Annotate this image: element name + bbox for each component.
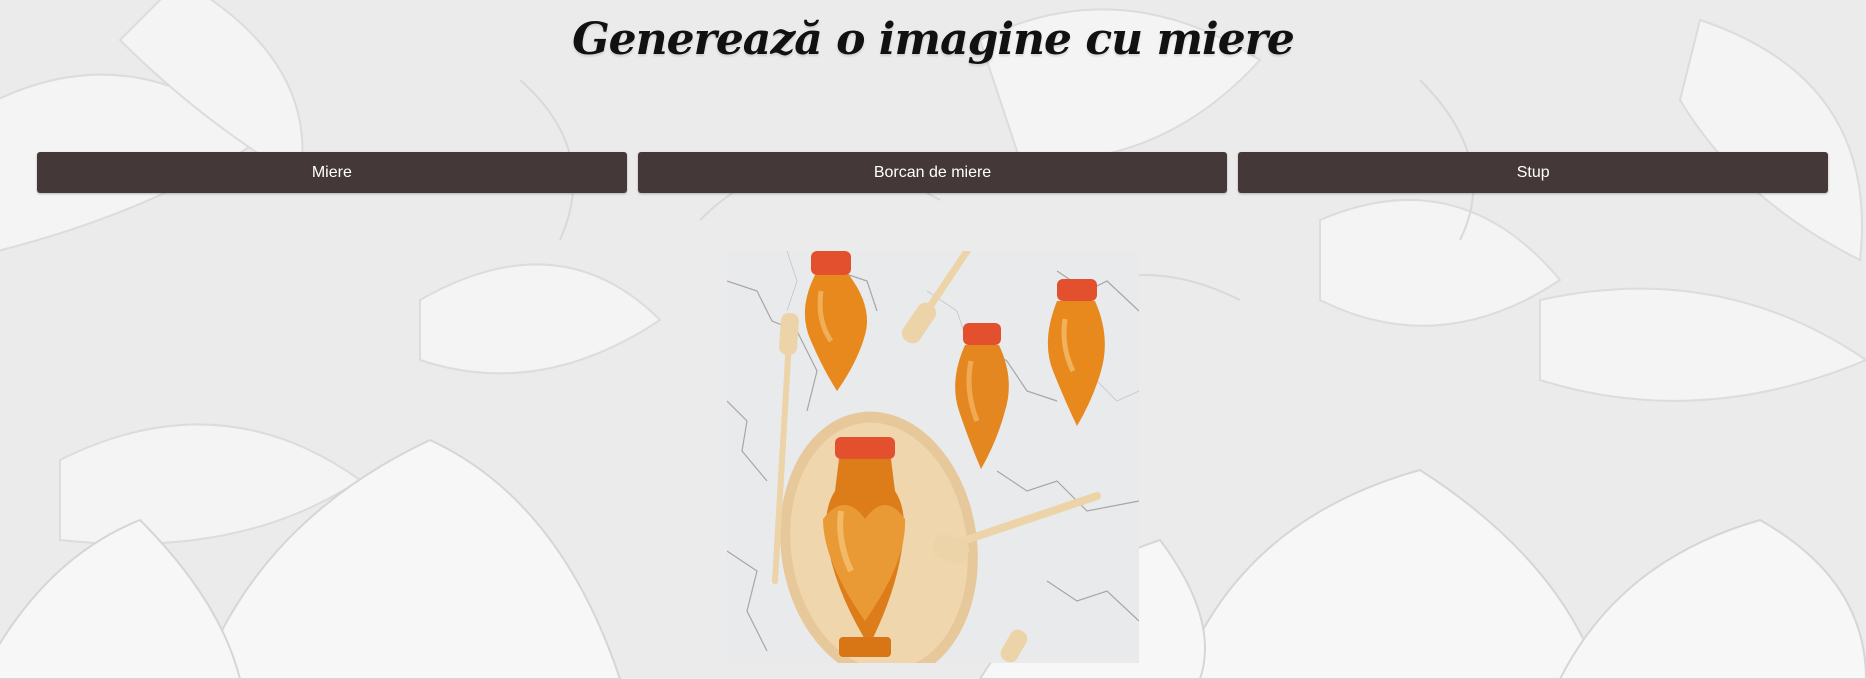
- honey-button[interactable]: Miere: [37, 152, 627, 193]
- page-title: Generează o imagine cu miere: [572, 14, 1295, 65]
- generated-image: [727, 251, 1139, 663]
- page-container: Generează o imagine cu miere Miere Borca…: [0, 0, 1866, 679]
- button-row: Miere Borcan de miere Stup: [37, 152, 1829, 193]
- honey-jar-button[interactable]: Borcan de miere: [637, 152, 1228, 193]
- honey-jars-photo: [727, 251, 1139, 663]
- beehive-button[interactable]: Stup: [1238, 152, 1829, 193]
